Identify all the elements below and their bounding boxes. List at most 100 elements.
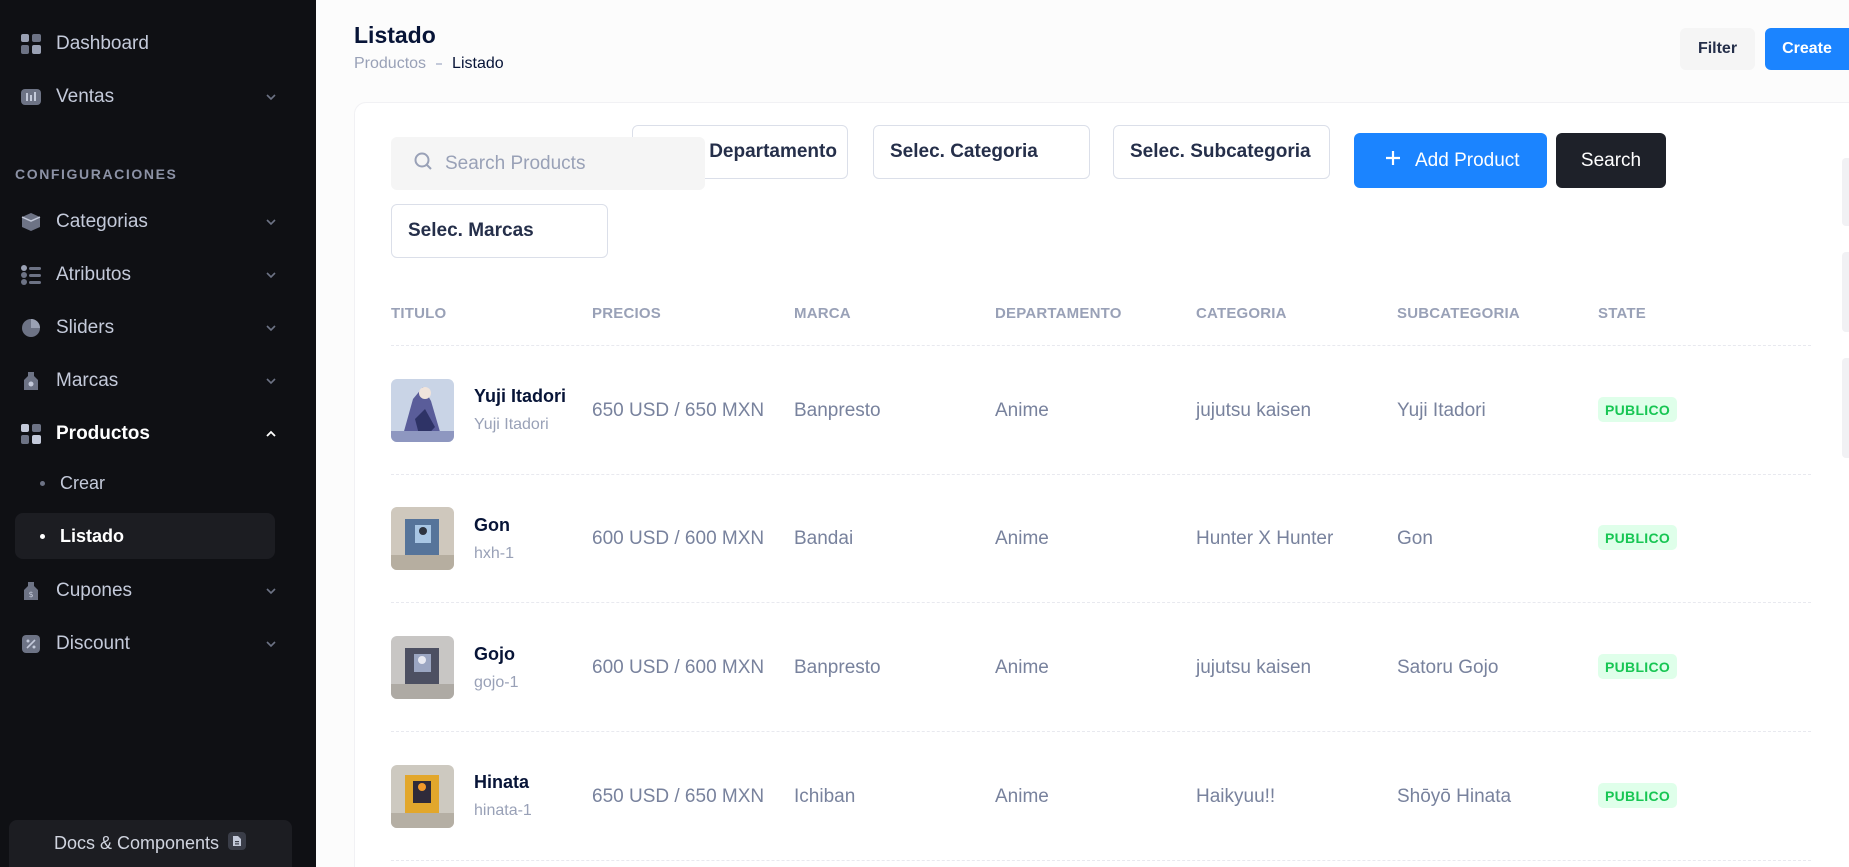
product-brand: Ichiban xyxy=(794,786,856,807)
search-button[interactable]: Search xyxy=(1556,133,1666,188)
sidebar-item-marcas[interactable]: Marcas xyxy=(0,361,316,401)
sidebar-item-label: Productos xyxy=(56,423,150,444)
sidebar-subitem-label: Listado xyxy=(60,525,125,546)
sidebar-item-label: Sliders xyxy=(56,317,115,338)
row-divider xyxy=(391,474,1811,475)
edge-panel-tab xyxy=(1842,158,1849,226)
product-title-link[interactable]: Gojo xyxy=(474,644,515,665)
chevron-down-icon xyxy=(264,321,278,335)
column-header-subcategoria[interactable]: SUBCATEGORIA xyxy=(1397,305,1520,322)
sidebar-item-atributos[interactable]: Atributos xyxy=(0,255,316,295)
search-field[interactable] xyxy=(391,137,705,190)
row-divider xyxy=(391,731,1811,732)
status-badge: PUBLICO xyxy=(1598,397,1678,422)
product-department: Anime xyxy=(995,400,1049,421)
sidebar-item-label: Discount xyxy=(56,633,130,654)
status-badge: PUBLICO xyxy=(1598,783,1678,808)
select-categoria[interactable]: Selec. Categoria xyxy=(873,125,1090,179)
sidebar-item-label: Ventas xyxy=(56,86,115,107)
product-department: Anime xyxy=(995,528,1049,549)
filter-button[interactable]: Filter xyxy=(1680,28,1755,70)
dashboard-icon xyxy=(20,33,42,55)
column-header-departamento[interactable]: DEPARTAMENTO xyxy=(995,305,1122,322)
product-price: 650 USD / 650 MXN xyxy=(592,786,765,807)
sidebar-subitem-listado[interactable]: Listado xyxy=(15,513,275,559)
chevron-down-icon xyxy=(264,584,278,598)
product-subcategory: Shōyō Hinata xyxy=(1397,786,1512,807)
product-title-link[interactable]: Hinata xyxy=(474,772,529,793)
bullet-dot xyxy=(40,480,45,486)
search-input[interactable] xyxy=(445,137,695,190)
column-header-state[interactable]: STATE xyxy=(1598,305,1646,322)
add-product-button[interactable]: Add Product xyxy=(1354,133,1547,188)
status-badge: PUBLICO xyxy=(1598,654,1678,679)
product-title-link[interactable]: Gon xyxy=(474,515,510,536)
product-title-link[interactable]: Yuji Itadori xyxy=(474,386,566,407)
product-department: Anime xyxy=(995,657,1049,678)
status-badge: PUBLICO xyxy=(1598,525,1678,550)
product-department: Anime xyxy=(995,786,1049,807)
select-subcategoria[interactable]: Selec. Subcategoria xyxy=(1113,125,1330,179)
chevron-up-icon xyxy=(264,427,278,441)
row-divider xyxy=(391,602,1811,603)
section-label: CONFIGURACIONES xyxy=(15,166,178,182)
sidebar-item-label: Atributos xyxy=(56,264,131,285)
sidebar-item-productos[interactable]: Productos xyxy=(0,414,316,454)
chevron-down-icon xyxy=(264,90,278,104)
product-price: 600 USD / 600 MXN xyxy=(592,528,765,549)
product-subcategory: Satoru Gojo xyxy=(1397,657,1499,678)
chevron-down-icon xyxy=(264,374,278,388)
column-header-categoria[interactable]: CATEGORIA xyxy=(1196,305,1287,322)
sidebar-item-dashboard[interactable]: Dashboard xyxy=(0,24,316,64)
product-subcategory: Gon xyxy=(1397,528,1433,549)
product-slug: hinata-1 xyxy=(474,802,532,819)
brands-icon xyxy=(20,370,42,392)
product-category: jujutsu kaisen xyxy=(1196,657,1312,678)
product-thumbnail[interactable] xyxy=(391,507,454,570)
product-thumbnail[interactable] xyxy=(391,379,454,442)
product-slug: gojo-1 xyxy=(474,674,519,691)
column-header-precios[interactable]: PRECIOS xyxy=(592,305,661,322)
product-category: jujutsu kaisen xyxy=(1196,400,1312,421)
sidebar-item-cupones[interactable]: $ Cupones xyxy=(0,571,316,611)
page-title: Listado xyxy=(354,22,436,48)
sidebar-subitem-crear[interactable]: Crear xyxy=(15,460,275,506)
sidebar-item-label: Marcas xyxy=(56,370,119,391)
product-brand: Banpresto xyxy=(794,657,881,678)
chevron-down-icon xyxy=(264,268,278,282)
docs-components-button[interactable]: Docs & Components xyxy=(9,820,292,867)
sidebar-item-ventas[interactable]: Ventas xyxy=(0,77,316,117)
breadcrumb-separator xyxy=(436,63,443,65)
sidebar-item-discount[interactable]: Discount xyxy=(0,624,316,664)
column-header-marca[interactable]: MARCA xyxy=(794,305,851,322)
chevron-down-icon xyxy=(264,215,278,229)
sidebar-item-categorias[interactable]: Categorias xyxy=(0,202,316,242)
sidebar-item-sliders[interactable]: Sliders xyxy=(0,308,316,348)
select-value: Selec. Marcas xyxy=(408,220,534,241)
product-thumbnail[interactable] xyxy=(391,636,454,699)
sidebar-item-label: Dashboard xyxy=(56,33,149,54)
sidebar-item-label: Categorias xyxy=(56,211,148,232)
product-brand: Banpresto xyxy=(794,400,881,421)
select-value: Selec. Categoria xyxy=(890,141,1038,162)
product-thumbnail[interactable] xyxy=(391,765,454,828)
docs-label: Docs & Components xyxy=(53,833,220,853)
row-divider xyxy=(391,345,1811,346)
breadcrumb: Productos Listado xyxy=(354,55,504,73)
search-icon xyxy=(413,151,433,176)
product-category: Hunter X Hunter xyxy=(1196,528,1334,549)
svg-text:$: $ xyxy=(28,590,33,599)
document-icon xyxy=(227,831,247,856)
select-marcas[interactable]: Selec. Marcas xyxy=(391,204,608,258)
sidebar: Dashboard Ventas CONFIGURACIONES Categor… xyxy=(0,0,316,867)
add-product-label: Add Product xyxy=(1415,149,1520,171)
breadcrumb-item[interactable]: Productos xyxy=(354,55,426,73)
plus-icon xyxy=(1384,149,1402,172)
product-price: 600 USD / 600 MXN xyxy=(592,657,765,678)
column-header-titulo[interactable]: TITULO xyxy=(391,305,446,322)
categories-icon xyxy=(20,211,42,233)
create-button[interactable]: Create xyxy=(1765,28,1849,70)
products-icon xyxy=(20,423,42,445)
discount-icon xyxy=(20,633,42,655)
sliders-icon xyxy=(20,317,42,339)
